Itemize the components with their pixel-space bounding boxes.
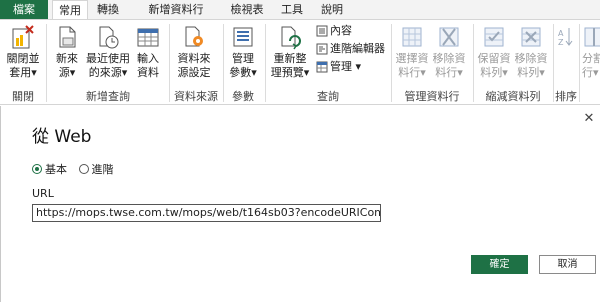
manage-table-icon [316, 61, 328, 73]
svg-text:Z: Z [558, 38, 564, 47]
keep-rows-label-2: 料列▾ [480, 66, 508, 79]
basic-radio-label: 基本 [45, 163, 67, 176]
properties-button[interactable]: 內容 [316, 24, 352, 40]
parameters-icon [233, 27, 253, 47]
keep-rows-button[interactable]: 保留資 料列▾ [476, 24, 512, 80]
advanced-radio-label: 進階 [91, 163, 114, 176]
svg-text:A: A [558, 29, 564, 38]
url-label: URL [32, 187, 54, 200]
data-source-settings-icon [185, 26, 203, 47]
manage-parameters-label-2: 參數▾ [229, 66, 257, 79]
sort-icon: A Z [558, 28, 573, 47]
keep-rows-label-1: 保留資 [477, 52, 511, 65]
advanced-editor-icon [316, 43, 328, 55]
enter-data-label-2: 資料 [137, 66, 159, 79]
recent-sources-button[interactable]: 最近使用 的來源▾ [86, 24, 130, 80]
group-label-close: 關閉 [12, 90, 34, 103]
close-apply-label-1: 關閉並 [6, 52, 40, 65]
split-column-button[interactable]: 分割 行▾ [582, 24, 600, 80]
close-apply-button[interactable]: 關閉並 套用▾ [3, 24, 43, 80]
ribbon-separator [46, 24, 47, 102]
close-apply-icon [12, 25, 34, 49]
new-source-icon [59, 26, 76, 48]
ribbon-separator [579, 24, 580, 102]
manage-query-button[interactable]: 管理 ▾ [316, 60, 361, 76]
table-icon [137, 28, 159, 47]
choose-columns-icon [402, 27, 422, 47]
group-label-sort: 排序 [555, 90, 577, 103]
ribbon-tab-bar: 檔案 常用 轉換 新增資料行 檢視表 工具 說明 [0, 0, 600, 20]
ribbon-separator [265, 24, 266, 102]
choose-columns-button[interactable]: 選擇資 料行▾ [394, 24, 430, 80]
split-column-label-1: 分割 [582, 52, 600, 65]
remove-rows-label-1: 移除資 [514, 52, 548, 65]
url-input[interactable]: https://mops.twse.com.tw/mops/web/t164sb… [32, 204, 381, 222]
new-source-label-2: 源▾ [58, 66, 76, 79]
recent-sources-label-1: 最近使用 [86, 52, 130, 65]
recent-sources-icon [99, 26, 119, 49]
manage-label: 管理 ▾ [330, 60, 362, 73]
from-web-dialog: ✕ 從 Web 基本 進階 URL https://mops.twse.com.… [0, 106, 600, 302]
sort-button[interactable]: A Z [556, 24, 574, 52]
properties-icon [316, 25, 328, 37]
properties-label: 內容 [330, 24, 352, 37]
group-label-data-source: 資料來源 [174, 90, 218, 103]
choose-columns-label-2: 料行▾ [398, 66, 426, 79]
group-label-manage-columns: 管理資料行 [404, 90, 460, 103]
split-column-label-2: 行▾ [582, 66, 599, 79]
tab-home[interactable]: 常用 [52, 0, 88, 20]
remove-rows-button[interactable]: 移除資 料列▾ [513, 24, 549, 80]
tab-transform[interactable]: 轉換 [89, 0, 127, 19]
ok-button[interactable]: 確定 [471, 255, 528, 274]
data-source-settings-label-1: 資料來 [177, 52, 211, 65]
tab-view[interactable]: 檢視表 [222, 0, 272, 19]
close-icon[interactable]: ✕ [582, 112, 596, 126]
tab-help[interactable]: 說明 [316, 0, 348, 19]
group-label-new-query: 新增查詢 [86, 90, 130, 103]
radio-unselected-icon [78, 164, 89, 174]
advanced-radio[interactable]: 進階 [78, 163, 114, 176]
group-label-parameters: 參數 [232, 90, 254, 103]
keep-rows-icon [484, 27, 504, 47]
recent-sources-label-2: 的來源▾ [88, 66, 128, 79]
advanced-editor-button[interactable]: 進階編輯器 [316, 42, 385, 58]
refresh-icon [281, 26, 301, 50]
data-source-settings-label-2: 源設定 [177, 66, 211, 79]
radio-selected-icon [32, 164, 42, 174]
remove-rows-icon [521, 27, 541, 47]
enter-data-label-1: 輸入 [137, 52, 159, 65]
manage-parameters-button[interactable]: 管理 參數▾ [226, 24, 260, 80]
refresh-preview-label-2: 理預覽▾ [270, 66, 310, 79]
tab-add-column[interactable]: 新增資料行 [135, 0, 217, 19]
remove-columns-label-1: 移除資 [432, 52, 466, 65]
choose-columns-label-1: 選擇資 [395, 52, 429, 65]
remove-columns-label-2: 料行▾ [435, 66, 463, 79]
remove-rows-label-2: 料列▾ [517, 66, 545, 79]
remove-columns-button[interactable]: 移除資 料行▾ [431, 24, 467, 80]
ribbon: 關閉並 套用▾ 關閉 新來 源▾ 最近使用 的來源▾ 輸入 資料 新增查詢 資料… [0, 19, 600, 105]
close-apply-label-2: 套用▾ [9, 66, 37, 79]
basic-radio[interactable]: 基本 [32, 163, 71, 176]
refresh-preview-button[interactable]: 重新整 理預覽▾ [268, 24, 312, 80]
data-source-settings-button[interactable]: 資料來 源設定 [172, 24, 216, 80]
split-column-icon [584, 27, 600, 47]
manage-parameters-label-1: 管理 [232, 52, 254, 65]
new-source-button[interactable]: 新來 源▾ [51, 24, 83, 80]
remove-columns-icon [439, 27, 459, 47]
refresh-preview-label-1: 重新整 [273, 52, 307, 65]
mode-radio-group: 基本 進階 [32, 163, 114, 177]
advanced-editor-label: 進階編輯器 [330, 42, 385, 55]
enter-data-button[interactable]: 輸入 資料 [133, 24, 163, 80]
tab-file[interactable]: 檔案 [0, 0, 48, 19]
new-source-label-1: 新來 [56, 52, 78, 65]
cancel-button[interactable]: 取消 [539, 255, 596, 274]
tab-tools[interactable]: 工具 [276, 0, 308, 19]
group-label-reduce-rows: 縮減資料列 [485, 90, 541, 103]
dialog-title: 從 Web [32, 127, 92, 147]
group-label-query: 查詢 [317, 90, 339, 103]
